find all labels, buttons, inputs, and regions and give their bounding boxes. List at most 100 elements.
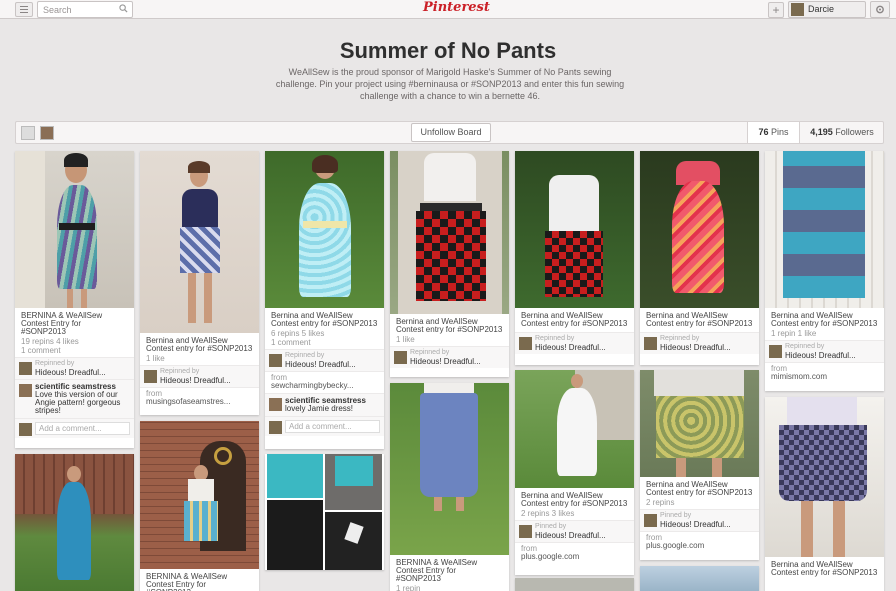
settings-button[interactable] [870, 1, 890, 18]
pin-card[interactable]: Bernina and WeAllSew Contest entry for #… [765, 397, 884, 591]
avatar [769, 345, 782, 358]
pin-stats: 2 repins 3 likes [521, 509, 575, 518]
pin-source[interactable]: from mimismom.com [765, 362, 884, 384]
pin-card[interactable]: Bernina and WeAllSew Contest entry for #… [640, 370, 759, 560]
pin-image[interactable] [765, 397, 884, 557]
pin-stats: 19 repins 4 likes 1 comment [21, 337, 79, 355]
pin-stats: 6 repins 5 likes 1 comment [271, 329, 325, 347]
avatar [19, 423, 32, 436]
pin-attribution[interactable]: Repinned by Hideous! Dreadful... [640, 332, 759, 354]
pin-description: BERNINA & WeAllSew Contest Entry for #SO… [21, 311, 103, 336]
avatar [269, 354, 282, 367]
pin-card[interactable] [515, 578, 634, 591]
pin-attribution[interactable]: Repinned by Hideous! Dreadful... [390, 346, 509, 368]
pin-card[interactable]: Bernina and WeAllSew Contest entry for #… [765, 151, 884, 391]
pin-image[interactable] [390, 383, 509, 555]
avatar [269, 398, 282, 411]
pin-image[interactable] [140, 151, 259, 333]
avatar [144, 370, 157, 383]
menu-button[interactable] [15, 2, 33, 17]
pin-stats: 1 repin [396, 584, 421, 591]
pin-description: Bernina and WeAllSew Contest entry for #… [146, 336, 253, 353]
top-bar: Search Pinterest + Darcie [0, 0, 896, 19]
pin-card[interactable]: BERNINA & WeAllSew Contest Entry for #SO… [15, 151, 134, 448]
followers-count-tab[interactable]: 4,195 Followers [799, 122, 884, 143]
avatar [519, 525, 532, 538]
pin-description: BERNINA & WeAllSew Contest Entry for #SO… [396, 558, 478, 583]
avatar [19, 362, 32, 375]
board-collaborator-avatar[interactable] [40, 126, 54, 140]
pin-description: Bernina and WeAllSew Contest entry for #… [271, 311, 378, 328]
pin-description: BERNINA & WeAllSew Contest Entry for #SO… [146, 572, 228, 591]
unfollow-board-button[interactable]: Unfollow Board [411, 123, 491, 142]
pin-attribution[interactable]: Repinned by Hideous! Dreadful... [265, 349, 384, 371]
add-button[interactable]: + [768, 2, 784, 18]
board-title: Summer of No Pants [339, 38, 557, 63]
pin-description: Bernina and WeAllSew Contest entry for #… [396, 317, 503, 334]
pin-image[interactable] [640, 151, 759, 308]
pin-description: Bernina and WeAllSew Contest entry for #… [521, 491, 628, 508]
pin-card[interactable] [640, 566, 759, 591]
pin-comment: scientific seamstress Love this version … [15, 379, 134, 418]
pin-source[interactable]: from plus.google.com [515, 542, 634, 564]
pin-attribution[interactable]: Repinned by Hideous! Dreadful... [765, 340, 884, 362]
pin-source[interactable]: from plus.google.com [640, 531, 759, 553]
pin-description: Bernina and WeAllSew Contest entry for #… [771, 311, 878, 328]
board-toolbar: Unfollow Board 76 Pins 4,195 Followers [15, 121, 884, 144]
pin-attribution[interactable]: Repinned by Hideous! Dreadful... [15, 357, 134, 379]
pin-image[interactable] [265, 454, 384, 570]
pin-image[interactable] [265, 151, 384, 308]
pin-card[interactable]: Bernina and WeAllSew Contest entry for #… [640, 151, 759, 365]
pin-image[interactable] [390, 151, 509, 314]
pin-source[interactable]: from sewcharmingbybecky... [265, 371, 384, 393]
avatar [644, 337, 657, 350]
add-comment-field[interactable]: Add a comment... [15, 418, 134, 438]
avatar [791, 3, 804, 16]
pin-image[interactable] [640, 370, 759, 477]
pins-count-tab[interactable]: 76 Pins [747, 122, 799, 143]
pin-attribution[interactable]: Repinned by Hideous! Dreadful... [140, 365, 259, 387]
pin-attribution[interactable]: Repinned by Hideous! Dreadful... [515, 332, 634, 354]
pin-stats: 1 like [396, 335, 415, 344]
pinterest-logo[interactable]: Pinterest [423, 0, 490, 15]
pin-description: Bernina and WeAllSew Contest entry for #… [646, 311, 753, 328]
pin-description: Bernina and WeAllSew Contest entry for #… [521, 311, 628, 328]
pin-attribution[interactable]: Pinned by Hideous! Dreadful... [640, 509, 759, 531]
pin-image[interactable] [515, 151, 634, 308]
pin-stats: 1 repin 1 like [771, 329, 817, 338]
menu-icon [20, 6, 28, 7]
pin-description: Bernina and WeAllSew Contest entry for #… [646, 480, 753, 497]
pin-card[interactable]: Bernina and WeAllSew Contest entry for #… [265, 151, 384, 449]
pin-image[interactable] [15, 454, 134, 591]
pin-card[interactable]: Bernina and WeAllSew Contest entry for #… [140, 151, 259, 415]
search-input[interactable]: Search [37, 1, 133, 18]
board-owner-avatar[interactable] [21, 126, 35, 140]
gear-icon [876, 5, 884, 14]
add-comment-field[interactable]: Add a comment... [265, 416, 384, 436]
pin-card[interactable]: BERNINA & WeAllSew Contest Entry for #SO… [390, 383, 509, 591]
pin-image[interactable] [140, 421, 259, 569]
pin-source[interactable]: from musingsofaseamstres... [140, 387, 259, 409]
avatar [394, 351, 407, 364]
pin-stats: 2 repins [646, 498, 675, 507]
pin-image[interactable] [515, 578, 634, 591]
pin-image[interactable] [765, 151, 884, 308]
pin-image[interactable] [15, 151, 134, 308]
pin-image[interactable] [640, 566, 759, 591]
avatar [19, 384, 32, 397]
pin-card[interactable]: BERNINA & WeAllSew Contest Entry for #SO… [140, 421, 259, 591]
pin-card[interactable]: Bernina and WeAllSew Contest entry for #… [515, 370, 634, 575]
pin-card[interactable] [15, 454, 134, 591]
pin-card[interactable] [265, 454, 384, 570]
board-description: WeAllSew is the proud sponsor of Marigol… [275, 67, 625, 101]
pin-description: Bernina and WeAllSew Contest entry for #… [771, 560, 878, 577]
pin-attribution[interactable]: Pinned by Hideous! Dreadful... [515, 520, 634, 542]
pin-stats: 1 like [146, 354, 165, 363]
user-name: Darcie [808, 4, 835, 14]
pin-card[interactable]: Bernina and WeAllSew Contest entry for #… [515, 151, 634, 365]
pin-image[interactable] [515, 370, 634, 488]
avatar [644, 514, 657, 527]
user-menu-button[interactable]: Darcie [788, 1, 866, 18]
pin-comment: scientific seamstress lovely Jamie dress… [265, 393, 384, 416]
pin-card[interactable]: Bernina and WeAllSew Contest entry for #… [390, 151, 509, 377]
